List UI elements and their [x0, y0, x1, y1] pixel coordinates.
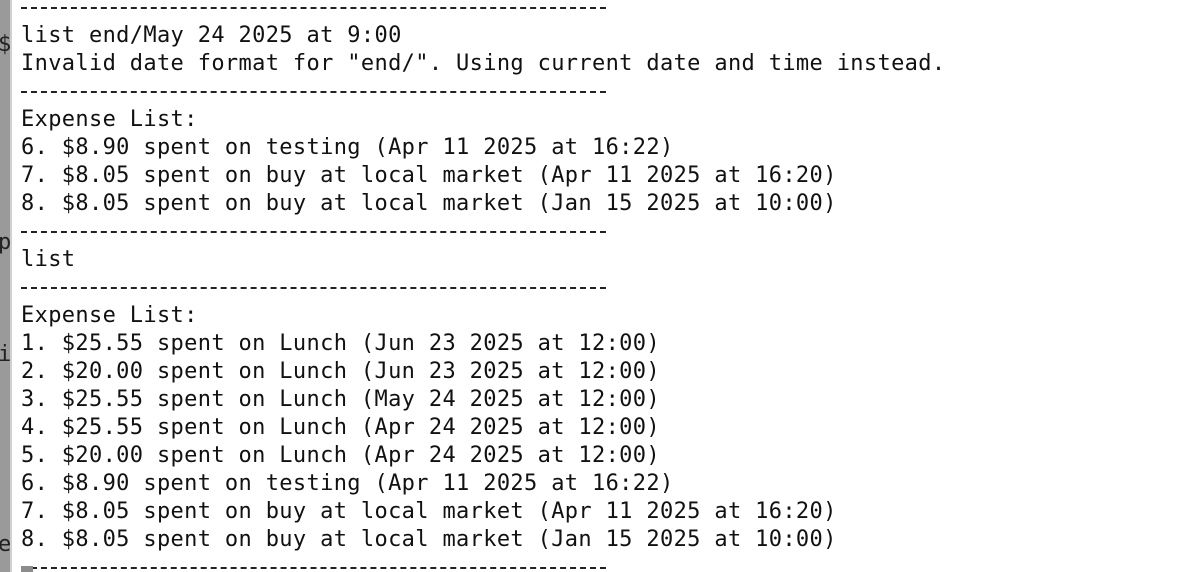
separator-line [21, 218, 1191, 246]
terminal-line: 4. $25.55 spent on Lunch (Apr 24 2025 at… [21, 415, 660, 440]
terminal-line: 6. $8.90 spent on testing (Apr 11 2025 a… [21, 135, 674, 160]
terminal-line: list end/May 24 2025 at 9:00 [21, 23, 402, 48]
separator-line [21, 0, 1191, 22]
gutter-glyph: e [0, 534, 10, 556]
terminal-line: 8. $8.05 spent on buy at local market (J… [21, 527, 837, 552]
terminal-line: 6. $8.90 spent on testing (Apr 11 2025 a… [21, 471, 674, 496]
gutter-glyph: $ [0, 34, 10, 56]
left-window-border [10, 0, 12, 572]
gutter-glyph: p [0, 232, 10, 254]
terminal-line: 5. $20.00 spent on Lunch (Apr 24 2025 at… [21, 443, 660, 468]
separator-rule [21, 567, 606, 569]
terminal-line: 1. $25.55 spent on Lunch (Jun 23 2025 at… [21, 331, 660, 356]
separator-rule [21, 287, 606, 289]
terminal-line: Invalid date format for "end/". Using cu… [21, 51, 946, 76]
terminal-line: 7. $8.05 spent on buy at local market (A… [21, 499, 837, 524]
terminal-line: 7. $8.05 spent on buy at local market (A… [21, 163, 837, 188]
terminal-line: 3. $25.55 spent on Lunch (May 24 2025 at… [21, 387, 660, 412]
terminal-window: $ p i e list end/May 24 2025 at 9:00 Inva… [0, 0, 1200, 572]
terminal-line: 8. $8.05 spent on buy at local market (J… [21, 191, 837, 216]
text-cursor [21, 566, 33, 572]
separator-rule [21, 231, 606, 233]
terminal-line: 2. $20.00 spent on Lunch (Jun 23 2025 at… [21, 359, 660, 384]
separator-line [21, 78, 1191, 106]
gutter-glyph: i [0, 344, 10, 366]
separator-line [21, 554, 1191, 572]
terminal-output[interactable]: list end/May 24 2025 at 9:00 Invalid date… [21, 0, 1191, 572]
terminal-line: Expense List: [21, 303, 198, 328]
separator-line [21, 274, 1191, 302]
terminal-line: list [21, 247, 76, 272]
left-window-edge [0, 0, 10, 572]
separator-rule [21, 91, 606, 93]
terminal-line: Expense List: [21, 107, 198, 132]
separator-rule [21, 7, 606, 9]
